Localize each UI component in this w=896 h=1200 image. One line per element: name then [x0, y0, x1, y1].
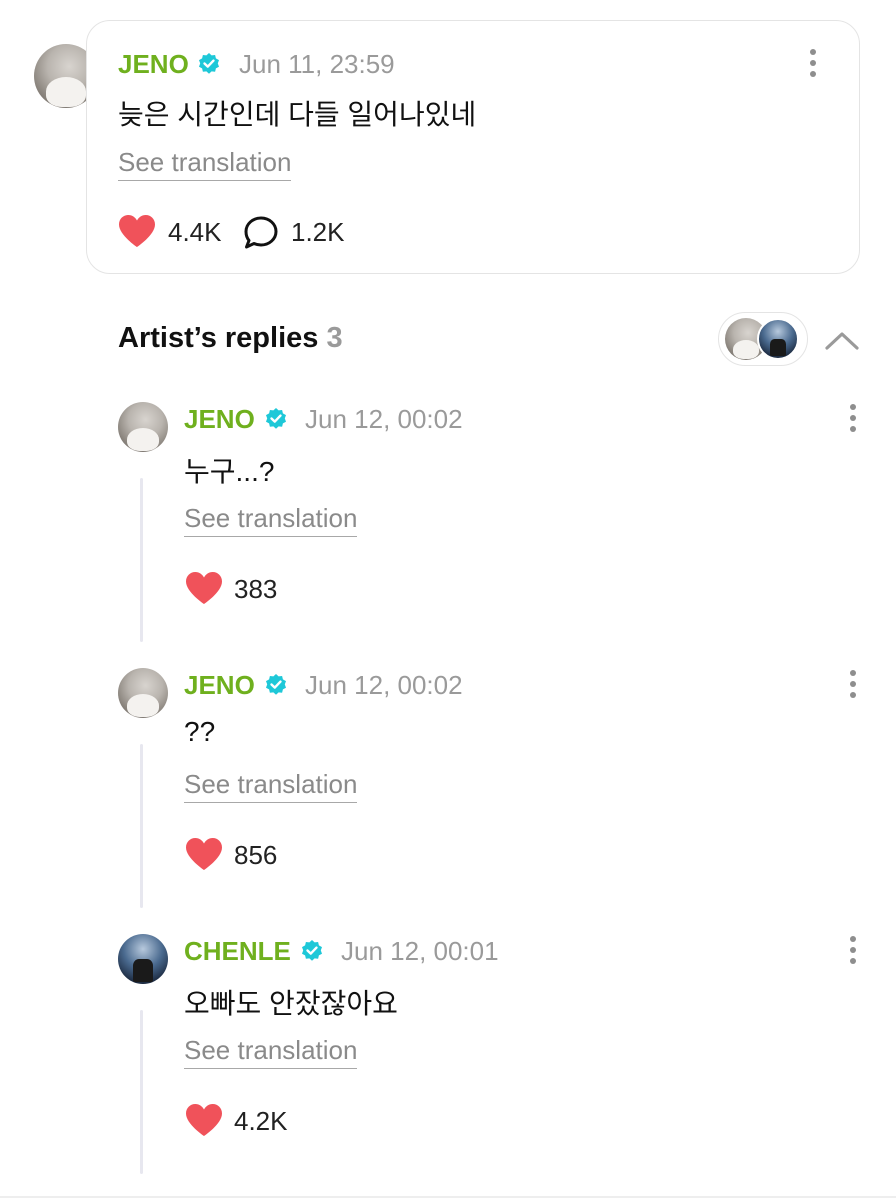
- reply-timestamp: Jun 12, 00:01: [341, 936, 499, 966]
- reply-author-avatar[interactable]: [118, 668, 168, 718]
- heart-icon[interactable]: [185, 571, 223, 605]
- verified-badge-icon: [199, 53, 219, 74]
- reply-text: ??: [184, 716, 216, 747]
- reply-like-count: 856: [234, 840, 278, 870]
- verified-badge-icon: [302, 940, 322, 961]
- avatar-chenle: [757, 318, 799, 360]
- artist-replies-title: Artist’s replies: [118, 322, 319, 354]
- chevron-up-icon[interactable]: [824, 326, 860, 354]
- heart-icon[interactable]: [118, 214, 156, 248]
- see-translation-link[interactable]: See translation: [184, 769, 358, 803]
- heart-icon[interactable]: [185, 837, 223, 871]
- reply-like-count: 4.2K: [234, 1106, 288, 1136]
- reply-author-name[interactable]: CHENLE: [184, 936, 291, 967]
- replier-avatar-stack[interactable]: [718, 312, 808, 366]
- post-card: JENO Jun 11, 23:59 늦은 시간인데 다들 일어나있네 See …: [86, 20, 860, 274]
- more-options-icon[interactable]: [848, 936, 858, 966]
- artist-replies-count: 3: [326, 322, 343, 354]
- heart-icon[interactable]: [185, 1103, 223, 1137]
- reply-timestamp: Jun 12, 00:02: [305, 404, 463, 434]
- reply-author-name[interactable]: JENO: [184, 670, 255, 701]
- post-author-name[interactable]: JENO: [118, 49, 189, 80]
- reply-author-avatar[interactable]: [118, 934, 168, 984]
- see-translation-link[interactable]: See translation: [184, 503, 358, 537]
- post-timestamp: Jun 11, 23:59: [239, 49, 395, 79]
- more-options-icon[interactable]: [848, 404, 858, 434]
- post-text: 늦은 시간인데 다들 일어나있네: [118, 99, 477, 130]
- thread-line: [140, 478, 143, 642]
- reply-like-count: 383: [234, 574, 278, 604]
- reply-author-avatar[interactable]: [118, 402, 168, 452]
- post-like-count: 4.4K: [168, 217, 222, 247]
- reply-text: 오빠도 안잤잖아요: [184, 988, 398, 1019]
- reply-author-name[interactable]: JENO: [184, 404, 255, 435]
- see-translation-link[interactable]: See translation: [184, 1035, 358, 1069]
- see-translation-link[interactable]: See translation: [118, 147, 292, 181]
- post-comment-count: 1.2K: [291, 217, 345, 247]
- more-options-icon[interactable]: [848, 670, 858, 700]
- reply-text: 누구...?: [184, 456, 275, 487]
- thread-line: [140, 1010, 143, 1174]
- comment-icon[interactable]: [243, 215, 279, 251]
- reply-timestamp: Jun 12, 00:02: [305, 670, 463, 700]
- verified-badge-icon: [266, 408, 286, 429]
- verified-badge-icon: [266, 674, 286, 695]
- more-options-icon[interactable]: [808, 49, 818, 79]
- thread-line: [140, 744, 143, 908]
- artist-replies-heading: Artist’s replies 3: [118, 322, 343, 355]
- bottom-divider: [0, 1196, 896, 1198]
